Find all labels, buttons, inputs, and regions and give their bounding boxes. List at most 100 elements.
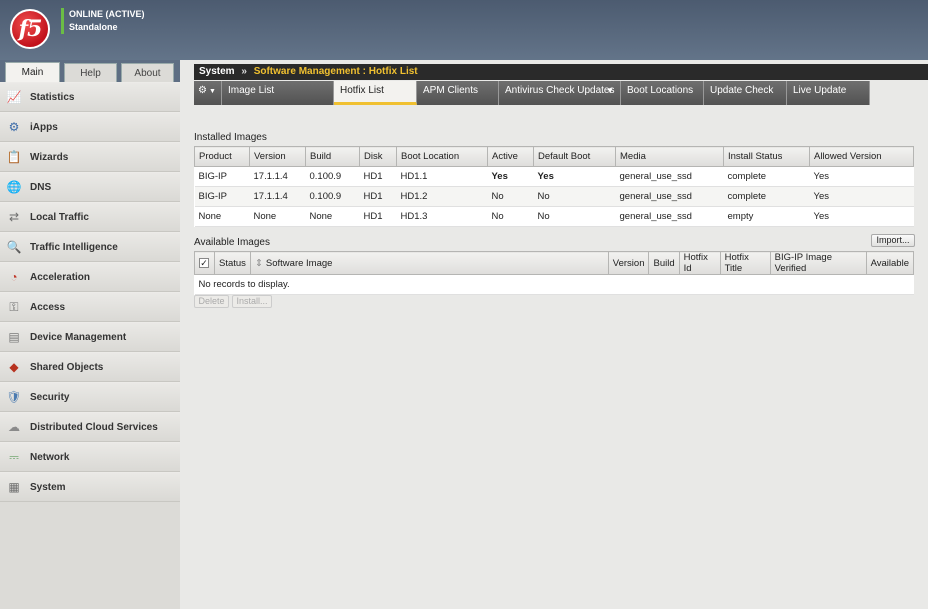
tab-live-update[interactable]: Live Update [787, 81, 870, 105]
select-all-checkbox[interactable]: ✓ [199, 257, 209, 268]
sidebar-item-label: Security [30, 391, 70, 403]
sidebar-item-label: Access [30, 301, 66, 313]
device-management-icon: ▤ [8, 330, 20, 344]
cell-build: 0.100.9 [305, 186, 360, 207]
cell-disk[interactable]: HD1 [359, 166, 397, 187]
col-software-image-label: Software Image [265, 257, 333, 269]
gear-menu-button[interactable]: ⚙ ▼ [194, 81, 222, 105]
col-media[interactable]: Media [615, 146, 724, 167]
col-version[interactable]: Version [249, 146, 306, 167]
tab-apm-clients[interactable]: APM Clients [417, 81, 499, 105]
breadcrumb-path: Software Management : Hotfix List [253, 66, 418, 77]
col-status[interactable]: Status [214, 251, 251, 275]
cell-boot-location: HD1.2 [396, 186, 488, 207]
table-row[interactable]: BIG-IP 17.1.1.4 0.100.9 HD1 HD1.1 Yes Yes gener… [194, 166, 914, 187]
cell-default-boot: No [533, 206, 616, 227]
cell-product: None [194, 206, 250, 227]
col-available[interactable]: Available [865, 251, 915, 275]
sidebar-item-label: Wizards [30, 151, 69, 163]
chevron-down-icon: ▼ [208, 88, 216, 95]
sidebar-item-label: Network [30, 451, 70, 463]
sidebar-item-local-traffic[interactable]: ⇄ Local Traffic [0, 202, 180, 232]
col-disk[interactable]: Disk [359, 146, 397, 167]
cell-allowed-version: Yes [809, 166, 914, 187]
col-hotfix-id[interactable]: Hotfix Id [678, 251, 721, 275]
cell-disk[interactable]: HD1 [359, 206, 397, 227]
access-icon: ⚿ [9, 300, 19, 314]
tab-label: Live Update [793, 85, 847, 96]
cell-disk[interactable]: HD1 [359, 186, 397, 207]
col-build[interactable]: Build [648, 251, 680, 275]
install-button[interactable]: Install... [232, 295, 272, 308]
col-version[interactable]: Version [607, 251, 650, 275]
col-hotfix-title[interactable]: Hotfix Title [719, 251, 771, 275]
f5-logo[interactable]: f5 [10, 9, 50, 49]
network-icon: ⎓ [9, 450, 19, 464]
tab-antivirus-check-updates[interactable]: Antivirus Check Updates ▼ [499, 81, 621, 105]
tab-help[interactable]: Help [64, 63, 117, 82]
sidebar-item-label: Shared Objects [30, 361, 104, 373]
sidebar-item-network[interactable]: ⎓ Network [0, 442, 180, 472]
top-banner: f5 ONLINE (ACTIVE) Standalone [0, 0, 928, 60]
table-row[interactable]: None None None HD1 HD1.3 No No general_use_ssd e… [194, 206, 914, 227]
cell-allowed-version: Yes [809, 186, 914, 207]
sidebar-item-acceleration[interactable]: ◔ Acceleration [0, 262, 180, 292]
table-row[interactable]: BIG-IP 17.1.1.4 0.100.9 HD1 HD1.2 No No general… [194, 186, 914, 207]
tab-update-check[interactable]: Update Check [704, 81, 787, 105]
security-icon: 🛡 [6, 390, 22, 404]
cell-default-boot: Yes [533, 166, 616, 187]
acceleration-icon: ◔ [10, 270, 18, 284]
tab-hotfix-list[interactable]: Hotfix List [334, 81, 417, 105]
col-boot-location[interactable]: Boot Location [396, 146, 488, 167]
col-image-verified[interactable]: BIG-IP Image Verified [769, 251, 867, 275]
breadcrumb-root[interactable]: System [199, 66, 235, 77]
main-tabs: Main Help About [0, 60, 180, 82]
sidebar-item-label: System [30, 481, 66, 493]
sidebar-item-label: Traffic Intelligence [30, 241, 118, 253]
empty-message: No records to display. [194, 274, 914, 295]
available-images-table: ✓ Status ⇕ Software Image Version Build H… [194, 251, 915, 295]
cell-media: general_use_ssd [615, 206, 724, 227]
sidebar-item-system[interactable]: ▦ System [0, 472, 180, 502]
sidebar-item-label: Statistics [30, 91, 75, 103]
cell-allowed-version: Yes [809, 206, 914, 227]
tab-main[interactable]: Main [5, 62, 60, 82]
sidebar-item-wizards[interactable]: 📋 Wizards [0, 142, 180, 172]
col-product[interactable]: Product [194, 146, 250, 167]
sidebar-item-traffic-intelligence[interactable]: 🔍 Traffic Intelligence [0, 232, 180, 262]
sidebar-item-label: iApps [30, 121, 58, 133]
sidebar-item-statistics[interactable]: 📈 Statistics [0, 82, 180, 112]
cell-product: BIG-IP [194, 166, 250, 187]
col-active[interactable]: Active [487, 146, 534, 167]
tab-label: Image List [228, 85, 275, 96]
cell-version: None [249, 206, 306, 227]
wizards-icon: 📋 [6, 150, 22, 164]
sidebar-item-distributed-cloud-services[interactable]: ☁ Distributed Cloud Services [0, 412, 180, 442]
col-software-image[interactable]: ⇕ Software Image [249, 251, 609, 275]
tab-label: APM Clients [423, 85, 479, 96]
sidebar-item-security[interactable]: 🛡 Security [0, 382, 180, 412]
installed-images-title: Installed Images [194, 132, 267, 143]
import-button[interactable]: Import... [871, 234, 915, 247]
sidebar-item-access[interactable]: ⚿ Access [0, 292, 180, 322]
cell-build: None [305, 206, 360, 227]
local-traffic-icon: ⇄ [8, 210, 20, 224]
chevron-down-icon: ▼ [606, 86, 614, 95]
tab-bar: ⚙ ▼ Image List Hotfix List APM Clients Antiv… [194, 81, 870, 105]
tab-about[interactable]: About [121, 63, 174, 82]
sidebar-item-shared-objects[interactable]: ◆ Shared Objects [0, 352, 180, 382]
col-install-status[interactable]: Install Status [723, 146, 810, 167]
col-default-boot[interactable]: Default Boot [533, 146, 616, 167]
sidebar-item-label: Device Management [30, 331, 127, 343]
select-all-header[interactable]: ✓ [194, 251, 215, 275]
sidebar-item-dns[interactable]: 🌐 DNS [0, 172, 180, 202]
tab-boot-locations[interactable]: Boot Locations [621, 81, 704, 105]
delete-button[interactable]: Delete [194, 295, 229, 308]
col-build[interactable]: Build [305, 146, 360, 167]
tab-label: Antivirus Check Updates [505, 85, 615, 96]
sidebar-item-iapps[interactable]: ⚙ iApps [0, 112, 180, 142]
tab-image-list[interactable]: Image List [222, 81, 334, 105]
col-allowed-version[interactable]: Allowed Version [809, 146, 914, 167]
tab-label: Hotfix List [340, 85, 384, 96]
sidebar-item-device-management[interactable]: ▤ Device Management [0, 322, 180, 352]
